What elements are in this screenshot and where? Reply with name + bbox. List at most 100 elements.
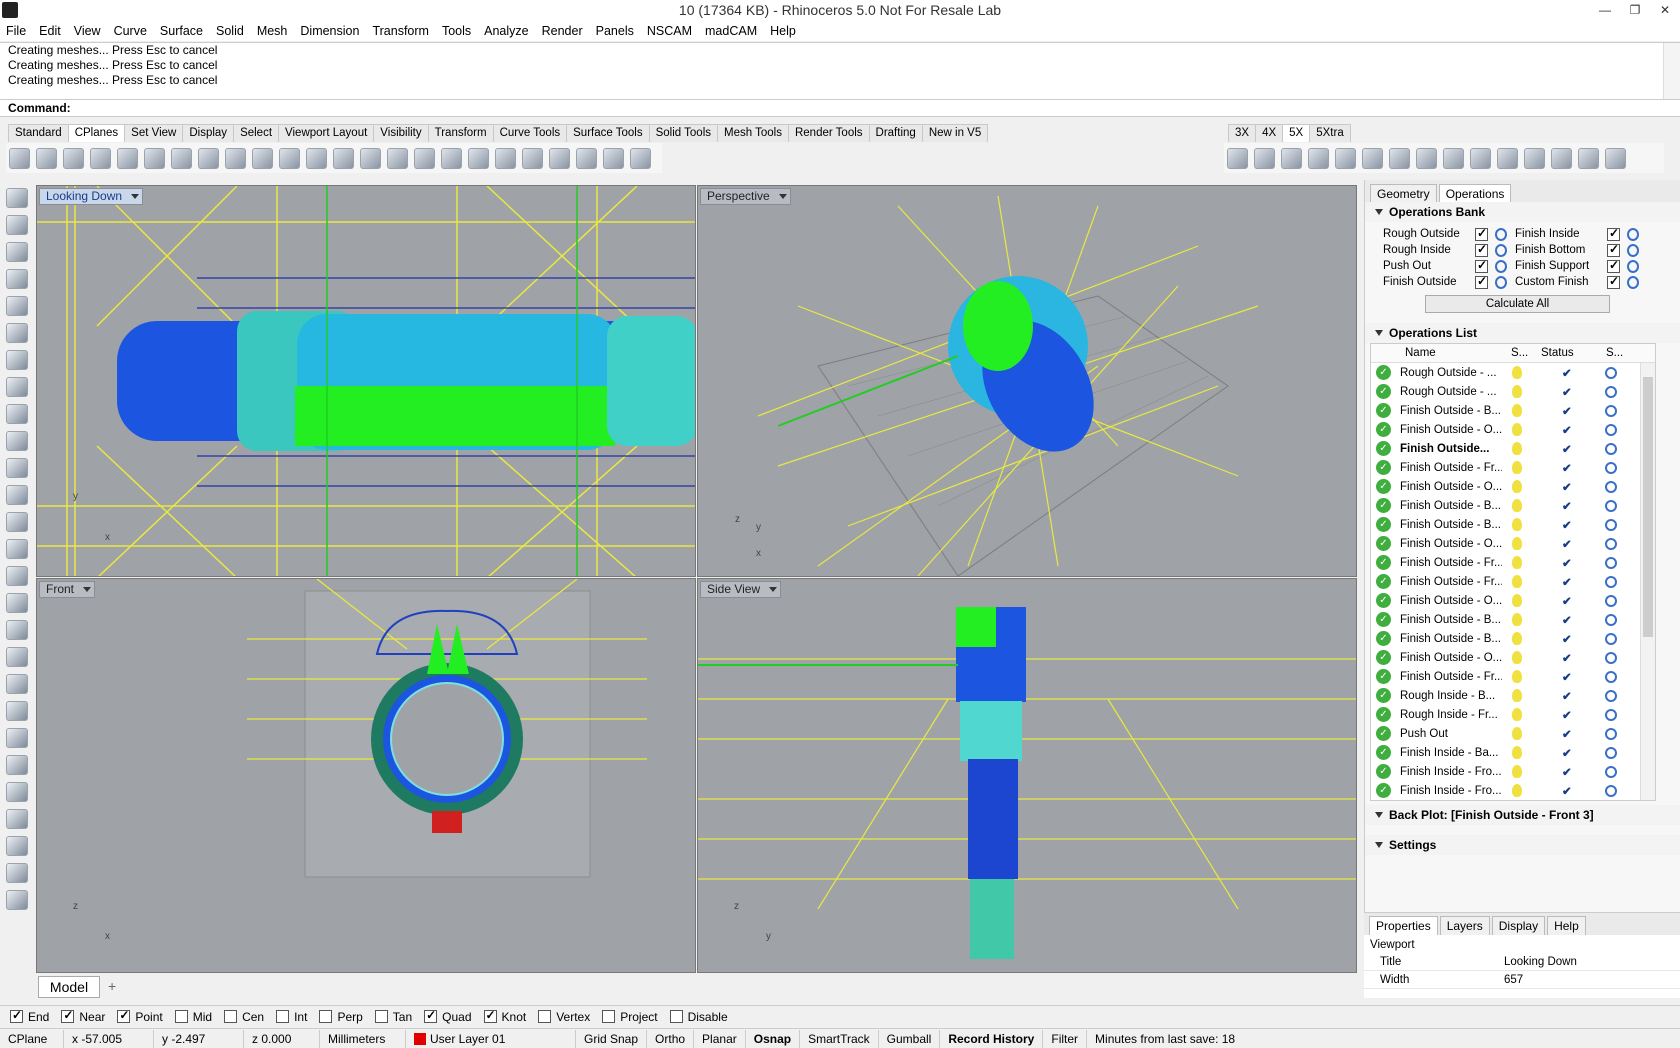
- left-tool-icon[interactable]: [6, 458, 28, 478]
- filter-toggle[interactable]: Filter: [1043, 1029, 1088, 1048]
- left-tool-icon[interactable]: [6, 269, 28, 289]
- left-tool-icon[interactable]: [6, 431, 28, 451]
- visibility-bulb-icon[interactable]: [1512, 556, 1522, 569]
- left-tool-icon[interactable]: [6, 512, 28, 532]
- tab-surface-tools[interactable]: Surface Tools: [566, 124, 650, 142]
- madcam-tool-icon[interactable]: [1497, 147, 1518, 169]
- cplane-label[interactable]: CPlane: [0, 1029, 64, 1048]
- tool-icon[interactable]: [9, 147, 30, 169]
- visibility-bulb-icon[interactable]: [1512, 518, 1522, 531]
- left-tool-icon[interactable]: [6, 323, 28, 343]
- tab-5x[interactable]: 5X: [1282, 124, 1311, 142]
- osnap-knot[interactable]: Knot: [483, 1008, 526, 1024]
- madcam-tool-icon[interactable]: [1227, 147, 1248, 169]
- bank-op-checkbox[interactable]: [1607, 258, 1620, 273]
- bank-op-settings-icon[interactable]: [1495, 260, 1507, 273]
- minimize-button[interactable]: —: [1590, 0, 1620, 20]
- operations-bank-header[interactable]: Operations Bank: [1365, 202, 1680, 222]
- visibility-bulb-icon[interactable]: [1512, 784, 1522, 797]
- madcam-tool-icon[interactable]: [1443, 147, 1464, 169]
- current-layer[interactable]: User Layer 01: [406, 1029, 576, 1048]
- model-tab[interactable]: Model: [38, 976, 100, 998]
- visibility-bulb-icon[interactable]: [1512, 632, 1522, 645]
- bank-op-settings-icon[interactable]: [1627, 228, 1639, 241]
- operation-row[interactable]: ✓ Finish Outside - B... ✔: [1371, 496, 1655, 515]
- left-tool-icon[interactable]: [6, 647, 28, 667]
- operation-settings-icon[interactable]: [1604, 366, 1617, 379]
- osnap-checkbox[interactable]: [174, 1010, 188, 1023]
- operation-row[interactable]: ✓ Finish Outside - Fr... ✔: [1371, 667, 1655, 686]
- operation-settings-icon[interactable]: [1604, 480, 1617, 493]
- left-tool-icon[interactable]: [6, 863, 28, 883]
- operation-settings-icon[interactable]: [1604, 651, 1617, 664]
- left-tool-icon[interactable]: [6, 485, 28, 505]
- operation-settings-icon[interactable]: [1604, 461, 1617, 474]
- operation-row[interactable]: ✓ Rough Inside - Fr... ✔: [1371, 705, 1655, 724]
- osnap-mid[interactable]: Mid: [174, 1010, 212, 1024]
- bank-op-checkbox[interactable]: [1475, 242, 1488, 257]
- visibility-bulb-icon[interactable]: [1512, 575, 1522, 588]
- operation-row[interactable]: ✓ Finish Inside - Fro... ✔: [1371, 762, 1655, 781]
- operation-settings-icon[interactable]: [1604, 765, 1617, 778]
- left-tool-icon[interactable]: [6, 728, 28, 748]
- menu-surface[interactable]: Surface: [160, 24, 203, 38]
- tool-icon[interactable]: [522, 147, 543, 169]
- madcam-tool-icon[interactable]: [1254, 147, 1275, 169]
- visibility-bulb-icon[interactable]: [1512, 746, 1522, 759]
- viewport-label-side[interactable]: Side View: [700, 581, 782, 598]
- left-tool-icon[interactable]: [6, 539, 28, 559]
- madcam-tool-icon[interactable]: [1335, 147, 1356, 169]
- viewport-perspective[interactable]: Perspective z y x: [697, 185, 1357, 577]
- menu-tools[interactable]: Tools: [442, 24, 471, 38]
- backplot-header[interactable]: Back Plot: [Finish Outside - Front 3]: [1365, 805, 1680, 825]
- left-tool-icon[interactable]: [6, 593, 28, 613]
- operation-row[interactable]: ✓ Finish Outside - Fr... ✔: [1371, 572, 1655, 591]
- tab-4x[interactable]: 4X: [1255, 124, 1284, 142]
- tab-operations[interactable]: Operations: [1438, 184, 1512, 202]
- prop-width-value[interactable]: 657: [1504, 971, 1523, 988]
- tool-icon[interactable]: [333, 147, 354, 169]
- viewport-front[interactable]: Front z x: [36, 578, 696, 973]
- grid-snap-toggle[interactable]: Grid Snap: [576, 1029, 648, 1048]
- osnap-tan[interactable]: Tan: [374, 1010, 412, 1024]
- tab-display[interactable]: Display: [1491, 916, 1546, 935]
- tab-cplanes[interactable]: CPlanes: [67, 124, 126, 142]
- visibility-bulb-icon[interactable]: [1512, 499, 1522, 512]
- tool-icon[interactable]: [360, 147, 381, 169]
- operation-row[interactable]: ✓ Finish Outside - B... ✔: [1371, 610, 1655, 629]
- viewport-label-top[interactable]: Looking Down: [39, 188, 144, 205]
- visibility-bulb-icon[interactable]: [1512, 461, 1522, 474]
- madcam-tool-icon[interactable]: [1470, 147, 1491, 169]
- operation-settings-icon[interactable]: [1604, 670, 1617, 683]
- col-status[interactable]: Status: [1541, 344, 1606, 362]
- operation-row[interactable]: ✓ Finish Outside - B... ✔: [1371, 629, 1655, 648]
- maximize-button[interactable]: ❐: [1620, 0, 1650, 20]
- operation-row[interactable]: ✓ Finish Inside - Ba... ✔: [1371, 743, 1655, 762]
- menu-analyze[interactable]: Analyze: [484, 24, 528, 38]
- tool-icon[interactable]: [36, 147, 57, 169]
- tool-icon[interactable]: [549, 147, 570, 169]
- tool-icon[interactable]: [63, 147, 84, 169]
- madcam-tool-icon[interactable]: [1578, 147, 1599, 169]
- visibility-bulb-icon[interactable]: [1512, 651, 1522, 664]
- visibility-bulb-icon[interactable]: [1512, 404, 1522, 417]
- osnap-checkbox[interactable]: [602, 1010, 616, 1023]
- tab-solid-tools[interactable]: Solid Tools: [648, 124, 718, 142]
- visibility-bulb-icon[interactable]: [1512, 670, 1522, 683]
- tool-icon[interactable]: [90, 147, 111, 169]
- menu-mesh[interactable]: Mesh: [257, 24, 288, 38]
- tool-icon[interactable]: [117, 147, 138, 169]
- menu-madcam[interactable]: madCAM: [705, 24, 757, 38]
- tab-new-in-v5[interactable]: New in V5: [921, 124, 989, 142]
- operation-settings-icon[interactable]: [1604, 594, 1617, 607]
- left-tool-icon[interactable]: [6, 809, 28, 829]
- osnap-cen[interactable]: Cen: [224, 1010, 264, 1024]
- operation-settings-icon[interactable]: [1604, 556, 1617, 569]
- menu-transform[interactable]: Transform: [372, 24, 429, 38]
- tab-properties[interactable]: Properties: [1369, 916, 1438, 935]
- tool-icon[interactable]: [603, 147, 624, 169]
- operation-settings-icon[interactable]: [1604, 499, 1617, 512]
- tab-set-view[interactable]: Set View: [124, 124, 184, 142]
- tool-icon[interactable]: [225, 147, 246, 169]
- operation-settings-icon[interactable]: [1604, 784, 1617, 797]
